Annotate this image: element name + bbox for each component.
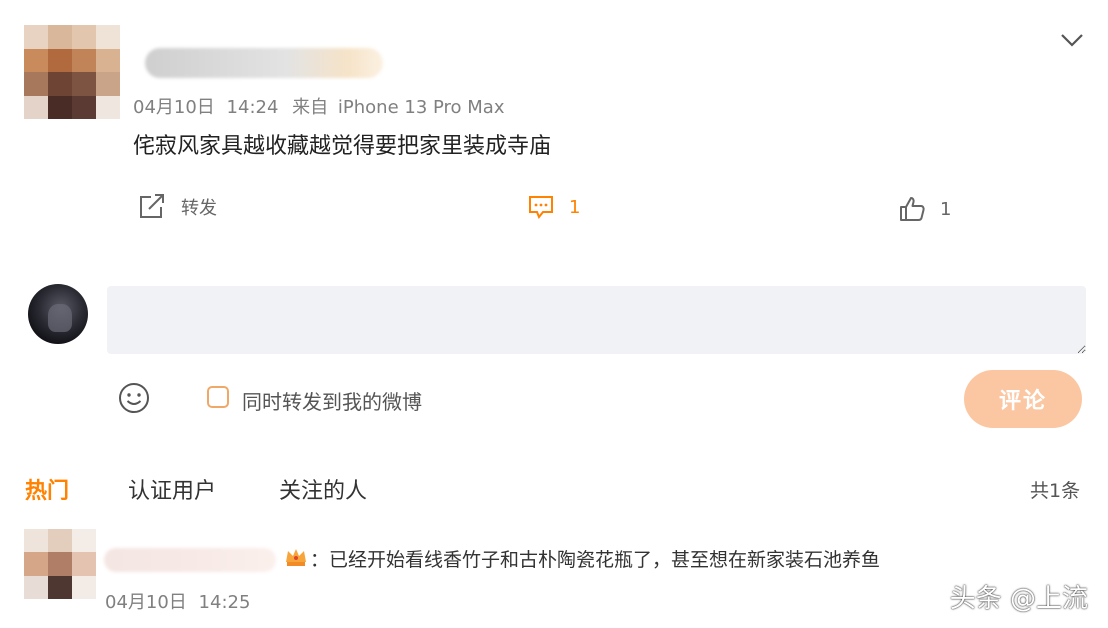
repost-label: 转发 xyxy=(181,198,217,219)
submit-comment-button[interactable]: 评论 xyxy=(964,370,1082,428)
author-name-blurred[interactable] xyxy=(145,48,383,78)
repost-button[interactable]: 转发 xyxy=(137,193,217,221)
post-meta: 04月10日 14:24 来自 iPhone 13 Pro Max xyxy=(133,93,505,119)
reply-author-name-blurred[interactable] xyxy=(104,548,276,572)
reply-author-avatar[interactable] xyxy=(24,529,96,599)
post-time: 14:24 xyxy=(226,97,279,118)
comment-button[interactable]: 1 xyxy=(527,194,580,220)
post-text: 侘寂风家具越收藏越觉得要把家里装成寺庙 xyxy=(133,134,552,159)
also-repost-label[interactable]: 同时转发到我的微博 xyxy=(242,386,422,415)
watermark: 头条 @上流 xyxy=(949,584,1088,614)
crown-badge-icon xyxy=(284,546,308,572)
reply-content: ：已经开始看线香竹子和古朴陶瓷花瓶了，甚至想在新家装石池养鱼 xyxy=(284,545,880,572)
thumbs-up-icon xyxy=(898,195,926,223)
chevron-down-icon[interactable] xyxy=(1060,32,1084,52)
tab-verified-users[interactable]: 认证用户 xyxy=(128,473,216,505)
reply-time: 14:25 xyxy=(198,592,251,613)
reply-meta: 04月10日 14:25 xyxy=(105,588,250,614)
share-icon xyxy=(137,193,167,221)
like-count: 1 xyxy=(940,198,952,220)
reply-text: ：已经开始看线香竹子和古朴陶瓷花瓶了，甚至想在新家装石池养鱼 xyxy=(310,549,881,571)
like-button[interactable]: 1 xyxy=(898,195,951,223)
post-source-device[interactable]: iPhone 13 Pro Max xyxy=(338,97,505,118)
emoji-icon[interactable] xyxy=(118,382,150,418)
post-source-prefix: 来自 xyxy=(292,97,329,118)
current-user-avatar[interactable] xyxy=(28,284,88,344)
reply-date: 04月10日 xyxy=(105,592,187,613)
comment-input[interactable] xyxy=(107,286,1086,354)
also-repost-checkbox[interactable] xyxy=(207,386,229,408)
comment-count: 1 xyxy=(569,196,581,218)
tab-hot[interactable]: 热门 xyxy=(25,473,69,505)
total-count: 共1条 xyxy=(1030,480,1081,502)
author-avatar[interactable] xyxy=(24,25,120,119)
tab-following[interactable]: 关注的人 xyxy=(279,473,367,505)
comment-icon xyxy=(527,194,555,220)
post-date: 04月10日 xyxy=(133,97,215,118)
